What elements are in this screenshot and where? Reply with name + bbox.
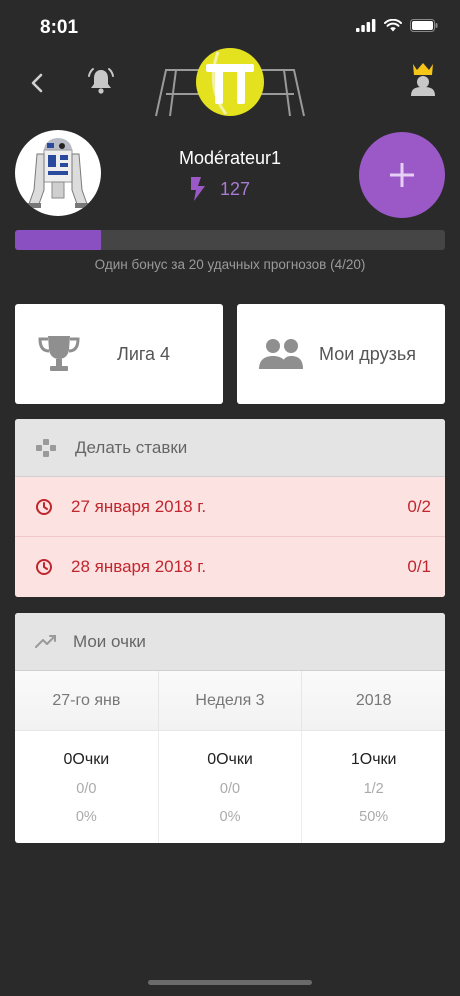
points-columns: 0Очки 0/0 0% 0Очки 0/0 0% 1Очки 1/2 50% bbox=[15, 731, 445, 843]
points-percent: 0% bbox=[219, 809, 241, 825]
league-card[interactable]: Лига 4 bbox=[15, 304, 223, 404]
back-button[interactable] bbox=[22, 68, 52, 98]
nav-bar bbox=[0, 48, 460, 126]
points-ratio: 0/0 bbox=[219, 781, 241, 797]
lightning-icon bbox=[191, 177, 205, 201]
status-time: 8:01 bbox=[40, 17, 79, 38]
gamepad-icon bbox=[36, 438, 56, 457]
add-button[interactable] bbox=[359, 132, 445, 218]
tab-week[interactable]: Неделя 3 bbox=[158, 671, 303, 730]
points-percent: 0% bbox=[75, 809, 97, 825]
bet-row[interactable]: 28 января 2018 г. 0/1 bbox=[15, 537, 445, 597]
chevron-left-icon bbox=[31, 73, 43, 93]
plus-icon bbox=[390, 163, 414, 187]
bet-date: 27 января 2018 г. bbox=[71, 496, 207, 516]
bets-header[interactable]: Делать ставки bbox=[15, 419, 445, 477]
progress-caption: Один бонус за 20 удачных прогнозов (4/20… bbox=[94, 257, 366, 272]
league-label: Лига 4 bbox=[117, 343, 171, 364]
tab-year[interactable]: 2018 bbox=[302, 671, 445, 730]
bell-icon bbox=[88, 68, 114, 94]
username: Modérateur1 bbox=[178, 148, 282, 168]
trend-chart-icon bbox=[35, 634, 56, 648]
profile-section: Modérateur1 127 bbox=[0, 126, 460, 226]
signal-icon bbox=[356, 19, 376, 32]
battery-icon bbox=[410, 19, 438, 32]
bet-score: 0/2 bbox=[407, 496, 431, 516]
points-percent: 50% bbox=[359, 809, 389, 825]
trophy-icon bbox=[38, 336, 80, 371]
points-panel: Мои очки 27-го янв Неделя 3 2018 0Очки 0… bbox=[15, 613, 445, 843]
avatar[interactable] bbox=[15, 130, 101, 216]
points-title: Мои очки bbox=[73, 631, 146, 651]
period-tabs: 27-го янв Неделя 3 2018 bbox=[15, 671, 445, 731]
notifications-button[interactable] bbox=[84, 64, 118, 98]
points-column-week: 0Очки 0/0 0% bbox=[159, 731, 303, 843]
progress-fill bbox=[15, 230, 101, 250]
status-icons bbox=[356, 19, 438, 32]
crown-user-icon[interactable] bbox=[408, 62, 438, 98]
clock-icon bbox=[36, 559, 52, 575]
tennis-ball-icon bbox=[196, 48, 264, 116]
home-indicator[interactable] bbox=[148, 980, 312, 985]
points-value: 0Очки bbox=[63, 751, 110, 768]
robot-avatar-icon bbox=[27, 138, 89, 208]
friends-label: Мои друзья bbox=[319, 343, 416, 364]
points-value: 0Очки bbox=[207, 751, 253, 768]
points-ratio: 1/2 bbox=[363, 781, 384, 797]
bonus-points: 127 bbox=[190, 176, 250, 202]
bonus-progress-bar bbox=[15, 230, 445, 250]
bonus-count: 127 bbox=[220, 178, 251, 199]
points-ratio: 0/0 bbox=[76, 781, 97, 797]
tab-day[interactable]: 27-го янв bbox=[15, 671, 159, 730]
bet-date: 28 января 2018 г. bbox=[71, 557, 207, 576]
points-column-year: 1Очки 1/2 50% bbox=[302, 731, 445, 843]
bet-score: 0/1 bbox=[407, 557, 431, 576]
points-header[interactable]: Мои очки bbox=[15, 613, 445, 671]
bet-row[interactable]: 27 января 2018 г. 0/2 bbox=[15, 477, 445, 537]
group-icon bbox=[259, 339, 303, 369]
points-column-day: 0Очки 0/0 0% bbox=[15, 731, 159, 843]
wifi-icon bbox=[384, 19, 402, 32]
bets-panel: Делать ставки 27 января 2018 г. 0/2 28 я… bbox=[15, 419, 445, 597]
bets-title: Делать ставки bbox=[75, 437, 188, 457]
points-value: 1Очки bbox=[350, 751, 397, 768]
clock-icon bbox=[36, 498, 52, 515]
friends-card[interactable]: Мои друзья bbox=[237, 304, 445, 404]
app-logo bbox=[155, 48, 305, 117]
